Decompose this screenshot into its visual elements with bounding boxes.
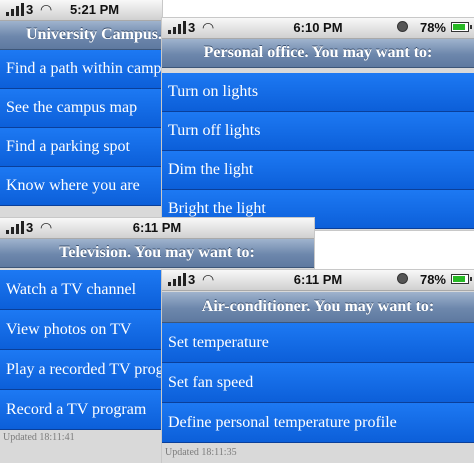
- menu-item-campus-map[interactable]: See the campus map: [0, 89, 162, 128]
- menu-item-lights-on[interactable]: Turn on lights: [162, 73, 474, 112]
- office-menu: Turn on lights Turn off lights Dim the l…: [162, 73, 474, 229]
- menu-item-dim-light[interactable]: Dim the light: [162, 151, 474, 190]
- wifi-icon: ◠: [40, 1, 53, 17]
- office-screen: 3 ◠ 6:10 PM 78% Personal office. You may…: [162, 18, 474, 230]
- updated-timestamp: Updated 18:11:41: [3, 432, 75, 443]
- aircon-menu: Set temperature Set fan speed Define per…: [162, 323, 474, 443]
- menu-item-location[interactable]: Know where you are: [0, 167, 162, 206]
- menu-item-fan-speed[interactable]: Set fan speed: [162, 363, 474, 403]
- status-bar: 3 ◠ 6:11 PM 78%: [162, 270, 474, 291]
- status-bar: 3 ◠ 6:10 PM 78%: [162, 18, 474, 39]
- page-title: Air-conditioner. You may want to:: [162, 292, 474, 323]
- page-title: Television. You may want to:: [0, 239, 314, 268]
- menu-item-temperature-profile[interactable]: Define personal temperature profile: [162, 403, 474, 443]
- battery-percent: 78%: [419, 272, 446, 287]
- menu-item-lights-off[interactable]: Turn off lights: [162, 112, 474, 151]
- page-title: University Campus.: [0, 21, 162, 50]
- battery-percent: 78%: [419, 20, 446, 35]
- menu-item-find-path[interactable]: Find a path within campus: [0, 50, 162, 89]
- alarm-clock-icon: [397, 273, 408, 284]
- carrier-label: 3: [26, 2, 34, 17]
- menu-item-set-temperature[interactable]: Set temperature: [162, 323, 474, 363]
- campus-screen: 3 ◠ 5:21 PM University Campus. Find a pa…: [0, 0, 162, 225]
- clock: 6:11 PM: [132, 220, 182, 235]
- status-bar: 3 ◠ 6:11 PM: [0, 218, 314, 239]
- signal-bars-icon: [6, 3, 24, 16]
- battery-icon: [451, 22, 472, 32]
- clock: 5:21 PM: [70, 2, 120, 17]
- updated-timestamp: Updated 18:11:35: [165, 447, 237, 458]
- battery-icon: [451, 274, 472, 284]
- page-title: Personal office. You may want to:: [162, 39, 474, 68]
- aircon-screen: 3 ◠ 6:11 PM 78% Air-conditioner. You may…: [162, 270, 474, 463]
- alarm-clock-icon: [397, 21, 408, 32]
- campus-menu: Find a path within campus See the campus…: [0, 50, 162, 206]
- menu-item-parking[interactable]: Find a parking spot: [0, 128, 162, 167]
- status-bar: 3 ◠ 5:21 PM: [0, 0, 162, 21]
